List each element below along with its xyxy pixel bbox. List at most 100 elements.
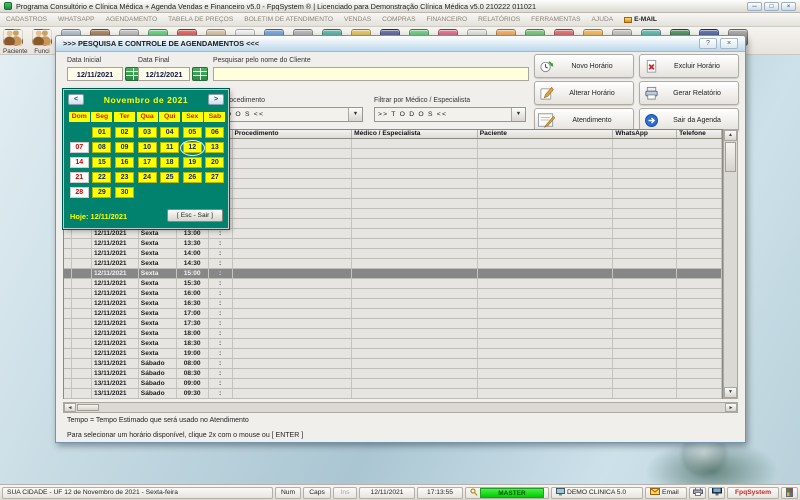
calendar-day-29[interactable]: 29: [92, 187, 112, 198]
calendar-day-22[interactable]: 22: [92, 172, 112, 183]
calendar-day-04[interactable]: 04: [160, 127, 180, 138]
table-row[interactable]: 12/11/2021 Sexta 14:30:: [64, 259, 722, 269]
calendar-day-24[interactable]: 24: [137, 172, 157, 183]
calendar-day-21[interactable]: 21: [69, 172, 89, 183]
table-row[interactable]: 13/11/2021 Sábado 09:30:: [64, 389, 722, 399]
maximize-icon[interactable]: □: [764, 1, 779, 11]
menu-item-agendamento[interactable]: AGENDAMENTO: [106, 16, 158, 23]
close-icon[interactable]: ×: [781, 1, 796, 11]
end-date-calendar-button[interactable]: [192, 67, 208, 81]
calendar-day-03[interactable]: 03: [137, 127, 157, 138]
calendar-day-17[interactable]: 17: [137, 157, 157, 168]
calendar-day-28[interactable]: 28: [69, 187, 89, 198]
column-header-whatsapp[interactable]: WhatsApp: [613, 130, 678, 138]
table-row[interactable]: 12/11/2021 Sexta 16:30:: [64, 299, 722, 309]
menu-item-ajuda[interactable]: AJUDA: [592, 16, 614, 23]
column-header-m-dico-especialista[interactable]: Médico / Especialista: [352, 130, 478, 138]
table-row[interactable]: 12/11/2021 Sexta 18:00:: [64, 329, 722, 339]
calendar-day-30[interactable]: 30: [114, 187, 134, 198]
column-header-telefone[interactable]: Telefone: [677, 130, 722, 138]
new-schedule-button[interactable]: Novo Horário: [534, 54, 634, 78]
calendar-day-02[interactable]: 02: [114, 127, 134, 138]
chevron-down-icon[interactable]: ▼: [348, 108, 362, 121]
cell: [352, 139, 478, 148]
client-search-input[interactable]: [213, 67, 529, 81]
status-network-button[interactable]: [708, 486, 725, 499]
table-row[interactable]: 12/11/2021 Sexta 19:00:: [64, 349, 722, 359]
doctor-filter-select[interactable]: >> T O D O S << ▼: [374, 107, 526, 122]
calendar-day-14[interactable]: 14: [69, 157, 89, 168]
end-date-field[interactable]: [138, 67, 190, 81]
table-row[interactable]: 12/11/2021 Sexta 13:00:: [64, 229, 722, 239]
calendar-day-13[interactable]: 13: [205, 142, 225, 153]
calendar-day-23[interactable]: 23: [114, 172, 134, 183]
toolbar-icon-1[interactable]: [3, 29, 23, 46]
help-button[interactable]: ?: [699, 38, 717, 49]
calendar-day-08[interactable]: 08: [92, 142, 112, 153]
calendar-day-25[interactable]: 25: [160, 172, 180, 183]
scrollbar-thumb[interactable]: [725, 142, 736, 172]
menu-item-e-mail[interactable]: E-MAIL: [624, 16, 657, 23]
table-row[interactable]: 12/11/2021 Sexta 16:00:: [64, 289, 722, 299]
toolbar-icon-2[interactable]: [32, 29, 52, 46]
scroll-up-icon[interactable]: ▲: [724, 130, 737, 141]
generate-report-button[interactable]: Gerar Relatório: [639, 81, 739, 105]
table-row[interactable]: 13/11/2021 Sábado 08:00:: [64, 359, 722, 369]
chevron-down-icon[interactable]: ▼: [511, 108, 525, 121]
menu-item-cadastros[interactable]: CADASTROS: [6, 16, 47, 23]
calendar-day-09[interactable]: 09: [114, 142, 134, 153]
table-row[interactable]: 12/11/2021 Sexta 17:00:: [64, 309, 722, 319]
vertical-scrollbar[interactable]: ▲ ▼: [723, 129, 738, 399]
menu-item-vendas[interactable]: VENDAS: [344, 16, 371, 23]
table-row[interactable]: 12/11/2021 Sexta 13:30:: [64, 239, 722, 249]
cell: [478, 179, 614, 188]
menu-item-compras[interactable]: COMPRAS: [382, 16, 415, 23]
calendar-next-button[interactable]: >: [208, 94, 224, 105]
table-row[interactable]: 12/11/2021 Sexta 15:00:: [64, 269, 722, 279]
calendar-day-16[interactable]: 16: [114, 157, 134, 168]
menu-item-relat-rios[interactable]: RELATÓRIOS: [478, 16, 520, 23]
horizontal-scrollbar[interactable]: ◄ ►: [63, 402, 738, 413]
start-date-field[interactable]: [67, 67, 123, 81]
table-row[interactable]: 13/11/2021 Sábado 08:30:: [64, 369, 722, 379]
window-close-button[interactable]: ×: [720, 38, 738, 49]
table-row[interactable]: 12/11/2021 Sexta 17:30:: [64, 319, 722, 329]
table-row[interactable]: 12/11/2021 Sexta 18:30:: [64, 339, 722, 349]
edit-schedule-button[interactable]: Alterar Horário: [534, 81, 634, 105]
calendar-day-07[interactable]: 07: [69, 142, 89, 153]
calendar-day-12[interactable]: 12: [179, 139, 205, 156]
column-header-procedimento[interactable]: Procedimento: [233, 130, 353, 138]
status-email-button[interactable]: Email: [645, 486, 687, 499]
cell: [677, 189, 722, 198]
scroll-down-icon[interactable]: ▼: [724, 387, 737, 398]
calendar-day-19[interactable]: 19: [182, 157, 202, 168]
column-header-paciente[interactable]: Paciente: [478, 130, 614, 138]
scrollbar-thumb[interactable]: [77, 404, 99, 411]
menu-item-ferramentas[interactable]: FERRAMENTAS: [531, 16, 580, 23]
calendar-day-15[interactable]: 15: [92, 157, 112, 168]
calendar-prev-button[interactable]: <: [68, 94, 84, 105]
calendar-day-11[interactable]: 11: [160, 142, 180, 153]
calendar-day-01[interactable]: 01: [92, 127, 112, 138]
calendar-day-26[interactable]: 26: [182, 172, 202, 183]
menu-item-financeiro[interactable]: FINANCEIRO: [426, 16, 467, 23]
delete-schedule-button[interactable]: Excluir Horário: [639, 54, 739, 78]
calendar-day-06[interactable]: 06: [205, 127, 225, 138]
menu-item-boletim-de-atendimento[interactable]: BOLETIM DE ATENDIMENTO: [244, 16, 333, 23]
menu-item-whatsapp[interactable]: WHATSAPP: [58, 16, 95, 23]
calendar-day-20[interactable]: 20: [205, 157, 225, 168]
menu-item-tabela-de-pre-os[interactable]: TABELA DE PREÇOS: [168, 16, 233, 23]
calendar-day-27[interactable]: 27: [205, 172, 225, 183]
scroll-right-icon[interactable]: ►: [725, 403, 737, 412]
calendar-esc-button[interactable]: [ Esc - Sair ]: [167, 209, 223, 222]
calendar-day-18[interactable]: 18: [160, 157, 180, 168]
calendar-day-10[interactable]: 10: [137, 142, 157, 153]
scroll-left-icon[interactable]: ◄: [64, 403, 76, 412]
table-row[interactable]: 12/11/2021 Sexta 14:00:: [64, 249, 722, 259]
status-app-button[interactable]: [781, 486, 798, 499]
minimize-icon[interactable]: ─: [747, 1, 762, 11]
table-row[interactable]: 13/11/2021 Sábado 09:00:: [64, 379, 722, 389]
status-printer-button[interactable]: [689, 486, 706, 499]
table-row[interactable]: 12/11/2021 Sexta 15:30:: [64, 279, 722, 289]
calendar-day-05[interactable]: 05: [182, 127, 202, 138]
